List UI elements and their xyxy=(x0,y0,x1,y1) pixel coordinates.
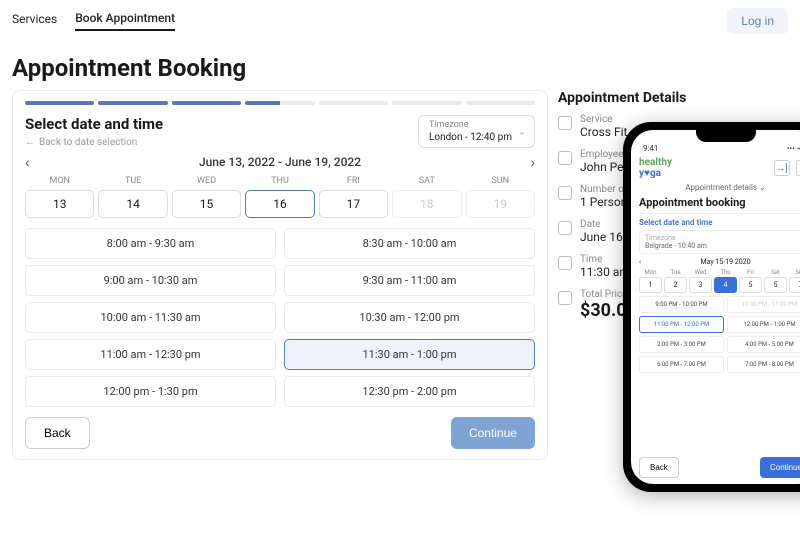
phone-status-icons: ••• ⌁ ▮ xyxy=(787,144,800,153)
dow-label: FRI xyxy=(319,176,388,186)
phone-login-icon[interactable]: →] xyxy=(774,160,790,176)
timezone-label: Timezone xyxy=(429,120,524,130)
booking-panel: Select date and time ← Back to date sele… xyxy=(12,90,548,460)
chevron-down-icon: ⌄ xyxy=(518,126,526,137)
back-button[interactable]: Back xyxy=(25,417,90,449)
day-cell[interactable]: 16 xyxy=(245,190,314,218)
dow-label: MON xyxy=(25,176,94,186)
day-cell[interactable]: 15 xyxy=(172,190,241,218)
continue-button[interactable]: Continue xyxy=(451,417,535,449)
time-slot[interactable]: 10:30 am - 12:00 pm xyxy=(284,302,535,333)
time-slot[interactable]: 11:30 am - 1:00 pm xyxy=(284,339,535,370)
day-cell: 18 xyxy=(392,190,461,218)
phone-week-range: May 15-19 2020 xyxy=(700,258,750,266)
detail-icon xyxy=(558,116,572,130)
time-slot[interactable]: 12:30 pm - 2:00 pm xyxy=(284,376,535,407)
week-next-button[interactable]: › xyxy=(530,154,535,170)
phone-day[interactable]: 4 xyxy=(714,277,737,293)
details-title: Appointment Details xyxy=(558,90,788,106)
phone-time-slot[interactable]: 7:00 PM - 8:00 PM xyxy=(727,356,800,373)
day-cell[interactable]: 17 xyxy=(319,190,388,218)
phone-heading: Appointment booking xyxy=(639,196,800,214)
day-cell: 19 xyxy=(466,190,535,218)
week-range: June 13, 2022 - June 19, 2022 xyxy=(199,155,361,169)
page-title: Appointment Booking xyxy=(0,42,800,90)
phone-clock: 9:41 xyxy=(643,144,658,153)
timezone-select[interactable]: Timezone London - 12:40 pm ⌄ xyxy=(418,115,535,148)
phone-day[interactable]: 5 xyxy=(739,277,762,293)
phone-week-prev[interactable]: ‹ xyxy=(639,258,641,266)
day-cell[interactable]: 13 xyxy=(25,190,94,218)
nav-services[interactable]: Services xyxy=(12,12,57,30)
phone-time-slot: 10:00 PM - 11:00 PM xyxy=(727,296,800,313)
phone-crumb[interactable]: Appointment details ⌄ xyxy=(639,183,800,192)
phone-time-slot[interactable]: 4:00 PM - 5:00 PM xyxy=(727,336,800,353)
phone-continue-button[interactable]: Continue xyxy=(760,457,800,478)
progress-bar xyxy=(25,101,535,105)
phone-subheading: Select date and time xyxy=(639,218,800,227)
back-to-date-label: Back to date selection xyxy=(39,137,137,148)
timezone-value: London - 12:40 pm xyxy=(429,132,524,143)
detail-icon xyxy=(558,256,572,270)
phone-day[interactable]: 7 xyxy=(789,277,800,293)
time-slot[interactable]: 12:00 pm - 1:30 pm xyxy=(25,376,276,407)
time-slot[interactable]: 9:00 am - 10:30 am xyxy=(25,265,276,296)
back-to-date-link[interactable]: ← Back to date selection xyxy=(25,137,163,148)
phone-day[interactable]: 3 xyxy=(689,277,712,293)
dow-label: SAT xyxy=(392,176,461,186)
arrow-left-icon: ← xyxy=(25,137,35,148)
time-slot[interactable]: 8:00 am - 9:30 am xyxy=(25,228,276,259)
login-button[interactable]: Log in xyxy=(727,8,788,34)
phone-logo: healthyy♥ga xyxy=(639,157,672,179)
dow-label: THU xyxy=(245,176,314,186)
day-cell[interactable]: 14 xyxy=(98,190,167,218)
phone-menu-icon[interactable]: ≡ xyxy=(796,160,800,176)
week-prev-button[interactable]: ‹ xyxy=(25,154,30,170)
detail-icon xyxy=(558,291,572,305)
section-title: Select date and time xyxy=(25,115,163,133)
detail-icon xyxy=(558,221,572,235)
time-slot[interactable]: 8:30 am - 10:00 am xyxy=(284,228,535,259)
phone-time-slot[interactable]: 6:00 PM - 7:00 PM xyxy=(639,356,724,373)
phone-timezone[interactable]: TimezoneBelgrade - 10:40 am ⌄ xyxy=(639,230,800,254)
top-nav: Services Book Appointment Log in xyxy=(0,0,800,42)
dow-label: SUN xyxy=(466,176,535,186)
phone-mockup: 9:41 ••• ⌁ ▮ healthyy♥ga →] ≡ Appointmen… xyxy=(623,122,800,492)
time-slot[interactable]: 9:30 am - 11:00 am xyxy=(284,265,535,296)
time-slot[interactable]: 11:00 am - 12:30 pm xyxy=(25,339,276,370)
phone-day[interactable]: 5 xyxy=(764,277,787,293)
phone-time-slot[interactable]: 12:00 PM - 1:00 PM xyxy=(727,316,800,333)
days-row: MON 13 TUE 14 WED 15 THU 16 FRI 17 SAT 18 SUN 19 xyxy=(25,176,535,218)
phone-day[interactable]: 1 xyxy=(639,277,662,293)
dow-label: TUE xyxy=(98,176,167,186)
phone-time-slot[interactable]: 9:00 PM - 10:00 PM xyxy=(639,296,724,313)
nav-book[interactable]: Book Appointment xyxy=(75,11,175,31)
phone-time-slot[interactable]: 2:00 PM - 3:00 PM xyxy=(639,336,724,353)
slots-column-right: 8:30 am - 10:00 am 9:30 am - 11:00 am 10:3… xyxy=(284,228,535,407)
phone-back-button[interactable]: Back xyxy=(639,457,679,478)
detail-icon xyxy=(558,186,572,200)
time-slot[interactable]: 10:00 am - 11:30 am xyxy=(25,302,276,333)
detail-icon xyxy=(558,151,572,165)
dow-label: WED xyxy=(172,176,241,186)
phone-time-slot[interactable]: 11:00 PM - 12:00 PM xyxy=(639,316,724,333)
phone-day[interactable]: 2 xyxy=(664,277,687,293)
slots-column-left: 8:00 am - 9:30 am 9:00 am - 10:30 am 10:00… xyxy=(25,228,276,407)
